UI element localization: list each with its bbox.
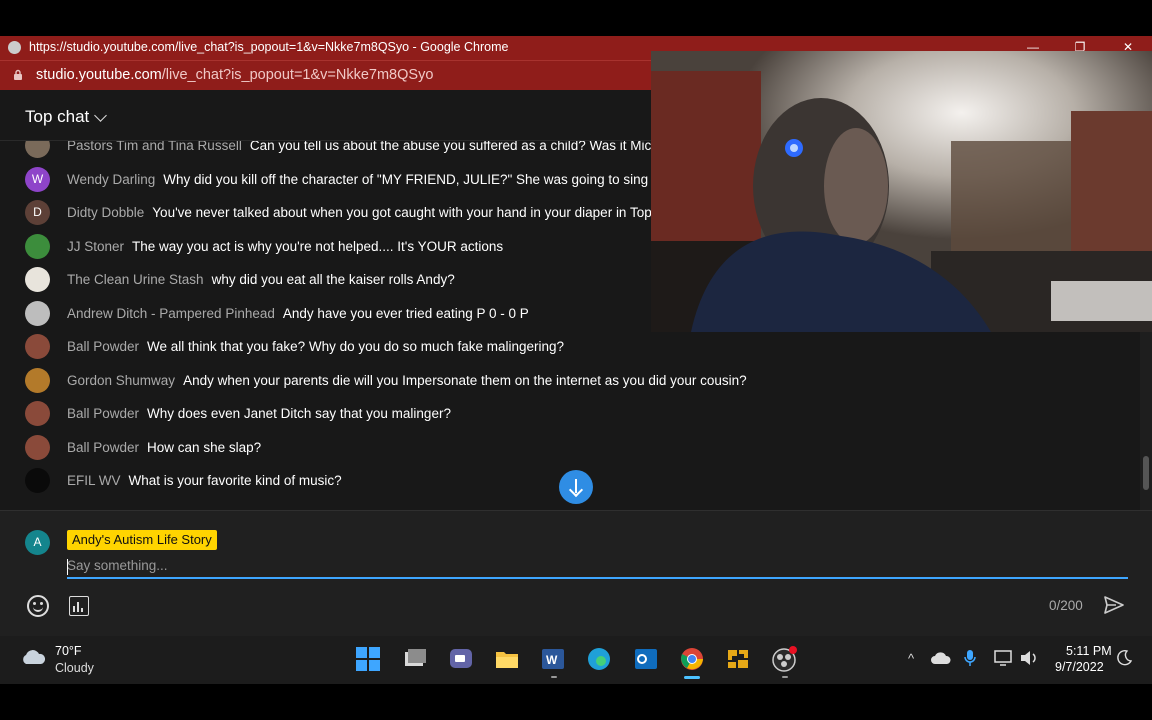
edge-icon[interactable] xyxy=(586,646,612,672)
avatar[interactable]: W xyxy=(25,166,50,192)
obs-running-indicator xyxy=(782,676,788,678)
teams-chat-icon[interactable] xyxy=(448,646,474,672)
svg-text:W: W xyxy=(546,653,558,667)
owner-channel-badge: Andy's Autism Life Story xyxy=(67,530,217,550)
chat-message-body: How can she slap? xyxy=(147,439,262,455)
webcam-video-overlay xyxy=(651,51,1152,332)
focus-moon-icon[interactable] xyxy=(1115,649,1133,667)
avatar[interactable] xyxy=(25,267,50,292)
chat-author-name[interactable]: Didty Dobble xyxy=(67,205,144,220)
microphone-icon[interactable] xyxy=(963,649,977,667)
weather-condition[interactable]: Cloudy xyxy=(55,661,94,675)
chat-message-text: JJ Stoner The way you act is why you're n… xyxy=(67,239,503,254)
chat-author-name[interactable]: Ball Powder xyxy=(67,440,139,455)
send-icon[interactable] xyxy=(1104,596,1124,614)
chat-message-text: EFIL WV What is your favorite kind of mus… xyxy=(67,473,342,488)
obs-icon[interactable] xyxy=(771,646,797,672)
chat-message-text: Wendy Darling Why did you kill off the ch… xyxy=(67,172,659,187)
chat-author-name[interactable]: Ball Powder xyxy=(67,339,139,354)
chat-input[interactable]: Say something... xyxy=(67,558,1128,578)
chat-message-text: Didty Dobble You've never talked about wh… xyxy=(67,205,652,220)
avatar[interactable] xyxy=(25,300,50,326)
windows-start-icon[interactable] xyxy=(355,646,381,672)
word-running-indicator xyxy=(551,676,557,678)
chat-author-name[interactable]: Andrew Ditch - Pampered Pinhead xyxy=(67,306,275,321)
chat-message[interactable]: Gordon Shumway Andy when your parents die… xyxy=(0,365,1140,399)
character-counter: 0/200 xyxy=(1049,598,1083,613)
chrome-active-indicator xyxy=(684,676,700,679)
chrome-icon[interactable] xyxy=(679,646,705,672)
avatar[interactable] xyxy=(25,401,50,426)
chat-message-text: Ball Powder We all think that you fake? W… xyxy=(67,339,564,354)
chat-message[interactable]: Ball Powder How can she slap? xyxy=(0,432,1140,466)
file-explorer-icon[interactable] xyxy=(494,646,520,672)
avatar[interactable] xyxy=(25,141,50,158)
lock-icon xyxy=(14,69,22,80)
avatar[interactable]: D xyxy=(25,200,50,225)
poll-icon[interactable] xyxy=(69,596,89,616)
chat-message-text: Ball Powder Why does even Janet Ditch say… xyxy=(67,406,451,421)
chat-message-body: Why did you kill off the character of "M… xyxy=(163,171,660,187)
word-icon[interactable]: W xyxy=(540,646,566,672)
chat-message-body: We all think that you fake? Why do you d… xyxy=(147,339,565,354)
network-icon[interactable] xyxy=(993,649,1013,667)
chat-author-name[interactable]: The Clean Urine Stash xyxy=(67,272,204,287)
chat-message[interactable]: Ball Powder We all think that you fake? W… xyxy=(0,331,1140,365)
clock-time[interactable]: 5:11 PM xyxy=(1066,644,1112,658)
avatar[interactable] xyxy=(25,233,50,259)
chat-message-text: The Clean Urine Stash why did you eat all… xyxy=(67,272,455,287)
chat-message[interactable]: Ball Powder Why does even Janet Ditch say… xyxy=(0,398,1140,432)
url-path: /live_chat?is_popout=1&v=Nkke7m8QSyo xyxy=(161,67,434,83)
chat-message-body: The way you act is why you're not helped… xyxy=(132,238,504,254)
onedrive-cloud-icon[interactable] xyxy=(931,651,951,665)
chat-author-name[interactable]: JJ Stoner xyxy=(67,239,124,254)
url-text[interactable]: studio.youtube.com/live_chat?is_popout=1… xyxy=(36,67,433,83)
chat-message-text: Andrew Ditch - Pampered Pinhead Andy have… xyxy=(67,306,529,321)
text-caret xyxy=(67,559,68,575)
cloud-icon[interactable] xyxy=(20,649,46,665)
chat-author-name[interactable]: EFIL WV xyxy=(67,473,121,488)
avatar: A xyxy=(25,530,50,555)
avatar[interactable] xyxy=(25,468,50,493)
task-view-icon[interactable] xyxy=(402,646,428,672)
scrollbar-thumb[interactable] xyxy=(1143,456,1149,490)
chat-message-body: You've never talked about when you got c… xyxy=(152,205,652,220)
avatar[interactable] xyxy=(25,367,50,393)
chat-message-body: Andy have you ever tried eating P 0 - 0 … xyxy=(282,305,529,321)
chat-message-text: Ball Powder How can she slap? xyxy=(67,440,261,455)
clock-date[interactable]: 9/7/2022 xyxy=(1055,660,1104,674)
chat-message-body: why did you eat all the kaiser rolls And… xyxy=(211,272,455,287)
windows-taskbar: 70°F Cloudy W ^ 5:11 PM 9/7/2022 xyxy=(0,636,1152,684)
scroll-to-bottom-button[interactable] xyxy=(559,470,593,504)
tray-overflow-chevron-icon[interactable]: ^ xyxy=(908,651,914,666)
chat-message-text: Gordon Shumway Andy when your parents die… xyxy=(67,373,747,388)
chat-composer: A Andy's Autism Life Story Say something… xyxy=(0,510,1152,637)
weather-temperature[interactable]: 70°F xyxy=(55,644,82,658)
chat-message-body: Why does even Janet Ditch say that you m… xyxy=(147,406,451,421)
input-focus-underline xyxy=(67,577,1128,579)
emoji-icon[interactable] xyxy=(27,595,49,617)
avatar[interactable] xyxy=(25,434,50,460)
chevron-down-icon[interactable] xyxy=(94,109,107,122)
chat-author-name[interactable]: Wendy Darling xyxy=(67,172,155,187)
chat-message-body: Can you tell us about the abuse you suff… xyxy=(249,141,652,153)
app-puzzle-icon[interactable] xyxy=(725,646,751,672)
volume-icon[interactable] xyxy=(1019,649,1039,667)
url-domain: studio.youtube.com xyxy=(36,67,162,83)
arrow-down-head xyxy=(568,482,584,498)
chat-author-name[interactable]: Ball Powder xyxy=(67,406,139,421)
chrome-favicon-icon xyxy=(8,41,21,54)
chat-message-text: Pastors Tim and Tina Russell Can you tell… xyxy=(67,141,651,153)
webcam-frame-image xyxy=(651,51,1152,332)
chat-author-name[interactable]: Pastors Tim and Tina Russell xyxy=(67,141,242,153)
avatar[interactable] xyxy=(25,334,50,359)
outlook-icon[interactable] xyxy=(633,646,659,672)
top-chat-dropdown[interactable]: Top chat xyxy=(25,107,89,127)
chat-author-name[interactable]: Gordon Shumway xyxy=(67,373,175,388)
chat-message-body: Andy when your parents die will you Impe… xyxy=(183,372,747,388)
chat-message-body: What is your favorite kind of music? xyxy=(128,473,342,488)
window-title: https://studio.youtube.com/live_chat?is_… xyxy=(29,40,509,54)
